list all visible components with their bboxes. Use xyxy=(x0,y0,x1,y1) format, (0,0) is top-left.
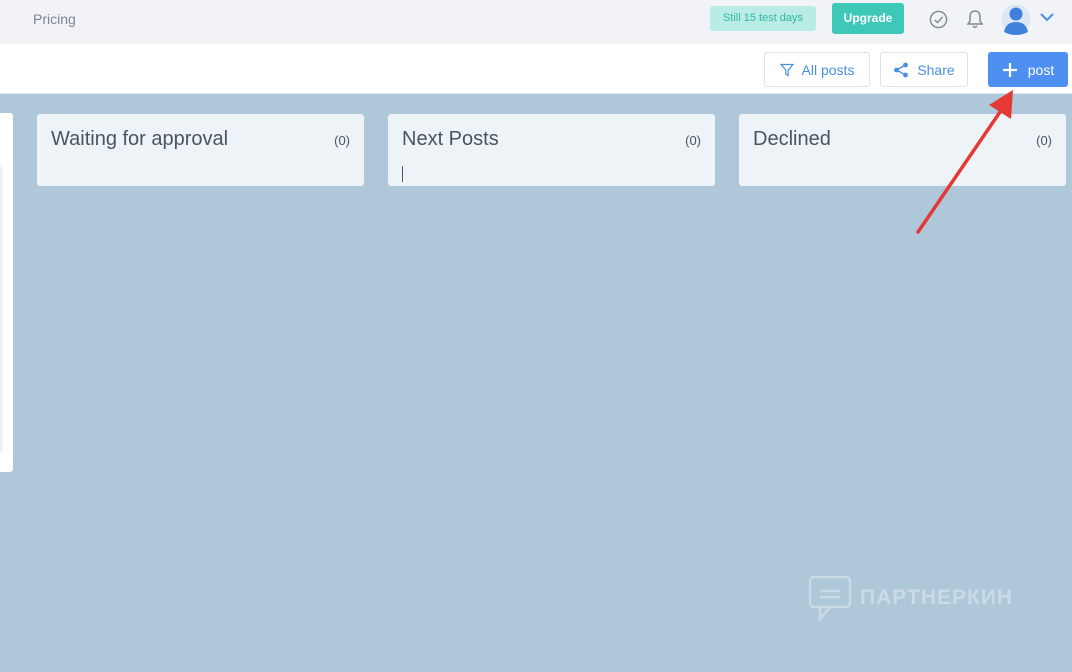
filter-label: All posts xyxy=(801,61,855,78)
column-waiting-for-approval: Waiting for approval (0) xyxy=(37,114,364,186)
nav-pricing-link[interactable]: Pricing xyxy=(33,11,76,27)
filter-icon xyxy=(779,63,794,77)
annotation-arrow-icon xyxy=(916,90,1013,234)
column-next-posts: Next Posts (0) xyxy=(388,114,715,186)
column-title: Waiting for approval xyxy=(51,128,229,150)
new-post-label: post xyxy=(1027,61,1055,78)
column-title: Declined xyxy=(753,128,831,150)
watermark-chat-icon xyxy=(808,575,852,621)
left-side-panel xyxy=(0,113,13,472)
check-circle-icon[interactable] xyxy=(929,10,948,29)
upgrade-button[interactable]: Upgrade xyxy=(832,3,904,34)
column-count: (0) xyxy=(1036,133,1052,148)
chevron-down-icon[interactable] xyxy=(1039,11,1055,23)
share-icon xyxy=(894,62,909,77)
watermark-text: ПАРТНЕРКИН xyxy=(860,586,1014,609)
share-label: Share xyxy=(917,61,955,78)
column-title: Next Posts xyxy=(402,128,499,150)
bell-icon[interactable] xyxy=(966,9,984,29)
left-panel-strip xyxy=(0,165,3,452)
column-count: (0) xyxy=(685,133,701,148)
plus-icon xyxy=(1002,62,1017,77)
top-bar: Pricing Still 15 test days Upgrade xyxy=(0,0,1072,44)
text-cursor xyxy=(402,166,403,182)
column-count: (0) xyxy=(334,133,350,148)
trial-days-badge: Still 15 test days xyxy=(710,6,816,31)
user-avatar[interactable] xyxy=(1001,3,1031,35)
all-posts-filter-button[interactable]: All posts xyxy=(764,52,870,87)
watermark-logo: ПАРТНЕРКИН xyxy=(808,574,1038,622)
